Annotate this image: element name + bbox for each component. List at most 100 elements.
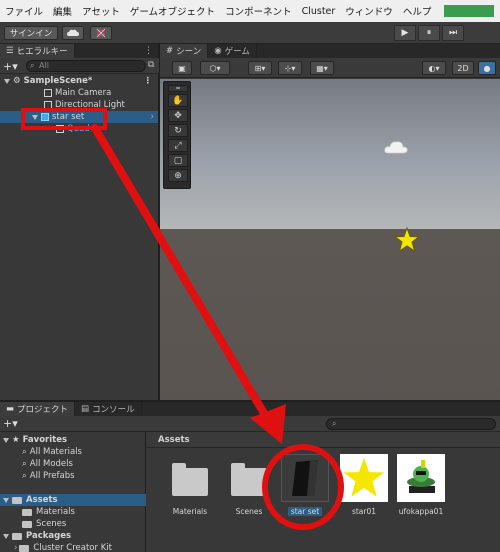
asset-folder-item[interactable]: Materials [0,506,146,518]
menu-edit[interactable]: 編集 [48,4,77,18]
unity-scene-icon: ⚙ [13,76,21,86]
expand-icon[interactable] [3,437,9,443]
ufo-thumbnail [397,454,445,502]
expand-icon[interactable] [3,533,9,539]
hierarchy-item-star-set[interactable]: star set › [0,111,158,123]
favorite-item[interactable]: ⌕ All Materials [0,446,146,458]
hierarchy-item-main-camera[interactable]: Main Camera [0,87,158,99]
rotate-tool-icon[interactable]: ↻ [168,124,188,137]
asset-materials[interactable]: Materials [162,454,218,516]
scene-name: SampleScene* [23,76,93,86]
tab-project[interactable]: ▬ プロジェクト [0,402,76,416]
folder-icon [22,508,32,516]
expand-icon[interactable] [32,114,38,120]
panel-menu-icon[interactable]: ⋮ [144,46,158,56]
expand-icon[interactable] [4,78,10,84]
folder-icon [22,520,32,528]
gizmo-pivot-icon[interactable]: ⊞▾ [248,61,272,75]
star-thumbnail [340,454,388,502]
hand-tool-icon[interactable]: ✋ [168,94,188,107]
snap-icon[interactable]: ⊹▾ [278,61,302,75]
favorite-item[interactable]: ⌕ All Prefabs [0,470,146,482]
prefab-thumbnail [281,454,329,502]
assets-label: Assets [26,495,58,505]
favorite-label: All Models [29,459,73,469]
signin-button[interactable]: サインイン [4,26,58,40]
asset-label: ufokappa01 [398,507,444,516]
scale-tool-icon[interactable]: ⤢ [168,139,188,152]
search-icon: ⌕ [332,419,337,428]
favorite-item[interactable]: ⌕ All Models [0,458,146,470]
add-asset-icon[interactable]: +▾ [3,417,18,430]
menu-gameobject[interactable]: ゲームオブジェクト [125,4,220,18]
hierarchy-item-directional-light[interactable]: Directional Light [0,99,158,111]
assets-row[interactable]: Assets [0,494,146,506]
chevron-right-icon[interactable]: › [14,543,17,552]
gameobject-icon [56,125,64,133]
window-status-bar [444,5,494,17]
tab-scene[interactable]: # シーン [160,44,209,58]
filter-icon[interactable]: ⧉ [148,60,154,70]
hierarchy-panel: ☰ ヒエラルキー ⋮ +▾ All ⌕ ⧉ ⚙ SampleScene* ⋮ M… [0,44,159,400]
star-object[interactable] [394,227,420,253]
asset-scenes[interactable]: Scenes [221,454,277,516]
lighting-dropdown[interactable]: ◐▾ [422,61,446,75]
expand-icon[interactable] [3,497,9,503]
collab-icon[interactable] [90,26,112,40]
project-panel: ▬ プロジェクト ▤ コンソール +▾ ⌕ ★ Favorites ⌕ All … [0,401,500,552]
asset-folder-label: Materials [36,507,75,517]
scene-row[interactable]: ⚙ SampleScene* ⋮ [0,75,158,87]
scene-menu-icon[interactable]: ⋮ [144,76,159,86]
asset-ufokappa01[interactable]: ufokappa01 [393,454,449,516]
hierarchy-search-input[interactable]: All [26,60,146,72]
transform-tools: ═ ✋ ✥ ↻ ⤢ ▢ ⊕ [163,81,191,189]
asset-folder-label: Scenes [36,519,67,529]
package-item[interactable]: › Cluster Creator Kit [0,542,146,552]
gamepad-icon: ◉ [214,46,222,56]
light-toggle-icon[interactable]: ● [478,61,496,75]
add-icon[interactable]: +▾ [3,60,18,73]
tab-console[interactable]: ▤ コンソール [75,402,142,416]
menu-help[interactable]: ヘルプ [398,4,437,18]
mode-2d-button[interactable]: 2D [452,61,474,75]
grid-snap-icon[interactable]: ▦▾ [310,61,334,75]
tab-hierarchy[interactable]: ☰ ヒエラルキー [0,44,75,58]
menu-component[interactable]: コンポーネント [220,4,297,18]
search-icon: ⌕ [22,471,27,481]
cloud-icon[interactable] [62,26,84,40]
menu-window[interactable]: ウィンドウ [340,4,398,18]
tab-hierarchy-label: ヒエラルキー [16,47,68,57]
chevron-right-icon[interactable]: › [151,112,158,122]
asset-star-set[interactable]: star set [277,454,333,516]
transform-tool-icon[interactable]: ⊕ [168,169,188,182]
menu-file[interactable]: ファイル [0,4,48,18]
tab-game[interactable]: ◉ ゲーム [208,44,257,58]
asset-folder-item[interactable]: Scenes [0,518,146,530]
draw-mode-icon[interactable]: ▣ [172,61,192,75]
favorite-label: All Prefabs [29,471,75,481]
favorites-row[interactable]: ★ Favorites [0,434,146,446]
project-search-input[interactable] [326,418,496,430]
hierarchy-search-row: +▾ All ⌕ ⧉ [0,58,159,74]
grid-icon: # [166,46,174,56]
play-button[interactable]: ▶ [394,25,416,41]
folder-icon [225,454,273,502]
hierarchy-item-quad[interactable]: Quad [0,123,158,135]
package-label: Cluster Creator Kit [33,543,112,552]
breadcrumb[interactable]: Assets [158,435,190,445]
move-tool-icon[interactable]: ✥ [168,109,188,122]
menu-assets[interactable]: アセット [77,4,125,18]
shading-dropdown[interactable]: ⬡▾ [200,61,230,75]
toolbar-grip-icon[interactable]: ═ [168,85,188,92]
menu-bar: ファイル 編集 アセット ゲームオブジェクト コンポーネント Cluster ウ… [0,0,500,22]
step-button[interactable]: ⏭ [442,25,464,41]
pause-button[interactable]: ⏸ [418,25,440,41]
hierarchy-item-label: Main Camera [55,88,112,98]
rect-tool-icon[interactable]: ▢ [168,154,188,167]
menu-cluster[interactable]: Cluster [297,6,341,17]
prefab-icon [41,113,49,121]
asset-star01[interactable]: star01 [336,454,392,516]
packages-row[interactable]: Packages [0,530,146,542]
hierarchy-tabbar: ☰ ヒエラルキー ⋮ [0,44,158,58]
cloud-gizmo-icon [384,141,408,154]
